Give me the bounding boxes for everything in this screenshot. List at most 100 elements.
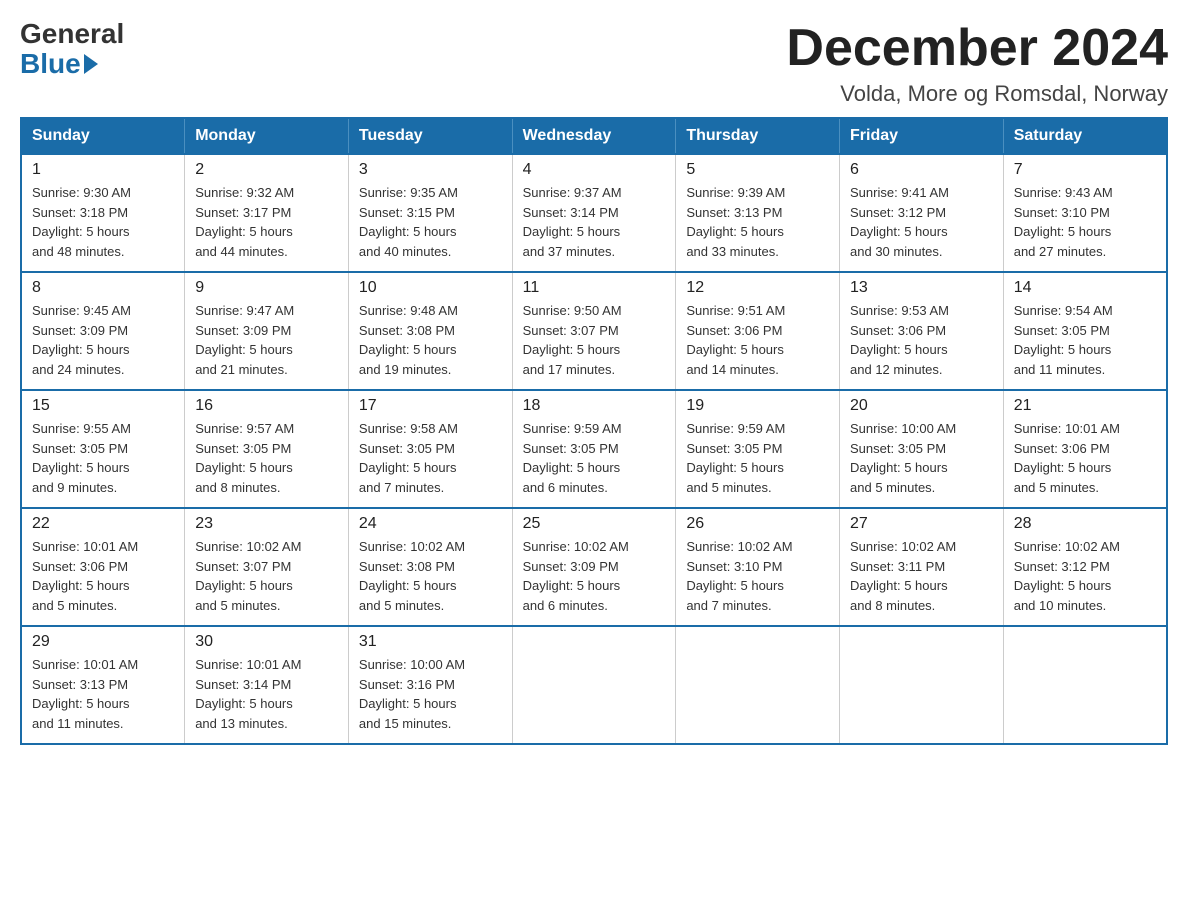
day-number: 12 bbox=[686, 279, 829, 297]
day-number: 22 bbox=[32, 515, 174, 533]
header-tuesday: Tuesday bbox=[348, 118, 512, 154]
calendar-cell: 30 Sunrise: 10:01 AM Sunset: 3:14 PM Dayl… bbox=[185, 626, 349, 744]
day-info: Sunrise: 10:01 AM Sunset: 3:14 PM Daylig… bbox=[195, 655, 338, 733]
day-info: Sunrise: 10:02 AM Sunset: 3:07 PM Daylig… bbox=[195, 537, 338, 615]
day-info: Sunrise: 10:01 AM Sunset: 3:06 PM Daylig… bbox=[1014, 419, 1156, 497]
day-number: 1 bbox=[32, 161, 174, 179]
calendar-cell: 3 Sunrise: 9:35 AM Sunset: 3:15 PM Daylig… bbox=[348, 154, 512, 272]
calendar-cell: 17Sunrise: 9:58 AM Sunset: 3:05 PM Dayli… bbox=[348, 390, 512, 508]
calendar-cell: 8 Sunrise: 9:45 AM Sunset: 3:09 PM Daylig… bbox=[21, 272, 185, 390]
week-row-1: 8 Sunrise: 9:45 AM Sunset: 3:09 PM Daylig… bbox=[21, 272, 1167, 390]
header-wednesday: Wednesday bbox=[512, 118, 676, 154]
logo-general-text: General bbox=[20, 20, 124, 48]
day-number: 18 bbox=[523, 397, 666, 415]
title-section: December 2024 Volda, More og Romsdal, No… bbox=[786, 20, 1168, 107]
calendar-cell: 4Sunrise: 9:37 AM Sunset: 3:14 PM Daylig… bbox=[512, 154, 676, 272]
header-row: SundayMondayTuesdayWednesdayThursdayFrid… bbox=[21, 118, 1167, 154]
day-info: Sunrise: 9:50 AM Sunset: 3:07 PM Dayligh… bbox=[523, 301, 666, 379]
day-number: 20 bbox=[850, 397, 993, 415]
day-info: Sunrise: 9:37 AM Sunset: 3:14 PM Dayligh… bbox=[523, 183, 666, 261]
calendar-cell: 12Sunrise: 9:51 AM Sunset: 3:06 PM Dayli… bbox=[676, 272, 840, 390]
day-number: 23 bbox=[195, 515, 338, 533]
day-info: Sunrise: 9:54 AM Sunset: 3:05 PM Dayligh… bbox=[1014, 301, 1156, 379]
day-info: Sunrise: 10:01 AM Sunset: 3:13 PM Daylig… bbox=[32, 655, 174, 733]
week-row-3: 22 Sunrise: 10:01 AM Sunset: 3:06 PM Dayl… bbox=[21, 508, 1167, 626]
calendar-cell: 1Sunrise: 9:30 AM Sunset: 3:18 PM Daylig… bbox=[21, 154, 185, 272]
week-row-0: 1Sunrise: 9:30 AM Sunset: 3:18 PM Daylig… bbox=[21, 154, 1167, 272]
calendar-cell: 27Sunrise: 10:02 AM Sunset: 3:11 PM Dayl… bbox=[840, 508, 1004, 626]
logo-triangle-icon bbox=[84, 54, 98, 74]
calendar-cell: 31 Sunrise: 10:00 AM Sunset: 3:16 PM Dayl… bbox=[348, 626, 512, 744]
calendar-cell bbox=[512, 626, 676, 744]
day-info: Sunrise: 9:57 AM Sunset: 3:05 PM Dayligh… bbox=[195, 419, 338, 497]
day-info: Sunrise: 9:43 AM Sunset: 3:10 PM Dayligh… bbox=[1014, 183, 1156, 261]
day-info: Sunrise: 10:00 AM Sunset: 3:05 PM Daylig… bbox=[850, 419, 993, 497]
day-number: 2 bbox=[195, 161, 338, 179]
day-number: 17 bbox=[359, 397, 502, 415]
calendar-cell: 6Sunrise: 9:41 AM Sunset: 3:12 PM Daylig… bbox=[840, 154, 1004, 272]
day-info: Sunrise: 10:00 AM Sunset: 3:16 PM Daylig… bbox=[359, 655, 502, 733]
calendar-cell: 29 Sunrise: 10:01 AM Sunset: 3:13 PM Dayl… bbox=[21, 626, 185, 744]
day-number: 11 bbox=[523, 279, 666, 297]
day-number: 29 bbox=[32, 633, 174, 651]
calendar-cell: 11 Sunrise: 9:50 AM Sunset: 3:07 PM Dayli… bbox=[512, 272, 676, 390]
day-info: Sunrise: 10:02 AM Sunset: 3:09 PM Daylig… bbox=[523, 537, 666, 615]
logo: General Blue bbox=[20, 20, 124, 80]
calendar-cell bbox=[1003, 626, 1167, 744]
day-number: 16 bbox=[195, 397, 338, 415]
day-info: Sunrise: 9:32 AM Sunset: 3:17 PM Dayligh… bbox=[195, 183, 338, 261]
day-number: 25 bbox=[523, 515, 666, 533]
calendar-cell: 2 Sunrise: 9:32 AM Sunset: 3:17 PM Daylig… bbox=[185, 154, 349, 272]
day-number: 24 bbox=[359, 515, 502, 533]
calendar-cell: 25 Sunrise: 10:02 AM Sunset: 3:09 PM Dayl… bbox=[512, 508, 676, 626]
day-info: Sunrise: 9:53 AM Sunset: 3:06 PM Dayligh… bbox=[850, 301, 993, 379]
location-text: Volda, More og Romsdal, Norway bbox=[786, 81, 1168, 107]
header-thursday: Thursday bbox=[676, 118, 840, 154]
day-number: 26 bbox=[686, 515, 829, 533]
week-row-2: 15 Sunrise: 9:55 AM Sunset: 3:05 PM Dayli… bbox=[21, 390, 1167, 508]
day-number: 30 bbox=[195, 633, 338, 651]
calendar-table: SundayMondayTuesdayWednesdayThursdayFrid… bbox=[20, 117, 1168, 745]
day-number: 3 bbox=[359, 161, 502, 179]
calendar-cell: 28 Sunrise: 10:02 AM Sunset: 3:12 PM Dayl… bbox=[1003, 508, 1167, 626]
day-number: 31 bbox=[359, 633, 502, 651]
calendar-cell: 16 Sunrise: 9:57 AM Sunset: 3:05 PM Dayli… bbox=[185, 390, 349, 508]
month-title: December 2024 bbox=[786, 20, 1168, 77]
day-info: Sunrise: 10:02 AM Sunset: 3:10 PM Daylig… bbox=[686, 537, 829, 615]
calendar-cell: 24 Sunrise: 10:02 AM Sunset: 3:08 PM Dayl… bbox=[348, 508, 512, 626]
day-info: Sunrise: 10:02 AM Sunset: 3:08 PM Daylig… bbox=[359, 537, 502, 615]
day-info: Sunrise: 9:48 AM Sunset: 3:08 PM Dayligh… bbox=[359, 301, 502, 379]
day-number: 27 bbox=[850, 515, 993, 533]
day-info: Sunrise: 9:59 AM Sunset: 3:05 PM Dayligh… bbox=[686, 419, 829, 497]
day-info: Sunrise: 9:55 AM Sunset: 3:05 PM Dayligh… bbox=[32, 419, 174, 497]
calendar-cell: 5 Sunrise: 9:39 AM Sunset: 3:13 PM Daylig… bbox=[676, 154, 840, 272]
calendar-cell: 10Sunrise: 9:48 AM Sunset: 3:08 PM Dayli… bbox=[348, 272, 512, 390]
day-info: Sunrise: 9:45 AM Sunset: 3:09 PM Dayligh… bbox=[32, 301, 174, 379]
day-number: 8 bbox=[32, 279, 174, 297]
day-number: 9 bbox=[195, 279, 338, 297]
day-info: Sunrise: 9:35 AM Sunset: 3:15 PM Dayligh… bbox=[359, 183, 502, 261]
calendar-cell: 23 Sunrise: 10:02 AM Sunset: 3:07 PM Dayl… bbox=[185, 508, 349, 626]
calendar-cell: 26 Sunrise: 10:02 AM Sunset: 3:10 PM Dayl… bbox=[676, 508, 840, 626]
day-info: Sunrise: 9:47 AM Sunset: 3:09 PM Dayligh… bbox=[195, 301, 338, 379]
calendar-cell bbox=[840, 626, 1004, 744]
header-monday: Monday bbox=[185, 118, 349, 154]
page-header: General Blue December 2024 Volda, More o… bbox=[20, 20, 1168, 107]
day-number: 15 bbox=[32, 397, 174, 415]
day-info: Sunrise: 10:01 AM Sunset: 3:06 PM Daylig… bbox=[32, 537, 174, 615]
calendar-cell bbox=[676, 626, 840, 744]
day-number: 21 bbox=[1014, 397, 1156, 415]
day-info: Sunrise: 10:02 AM Sunset: 3:12 PM Daylig… bbox=[1014, 537, 1156, 615]
calendar-cell: 15 Sunrise: 9:55 AM Sunset: 3:05 PM Dayli… bbox=[21, 390, 185, 508]
day-number: 28 bbox=[1014, 515, 1156, 533]
day-info: Sunrise: 9:59 AM Sunset: 3:05 PM Dayligh… bbox=[523, 419, 666, 497]
day-info: Sunrise: 9:39 AM Sunset: 3:13 PM Dayligh… bbox=[686, 183, 829, 261]
header-sunday: Sunday bbox=[21, 118, 185, 154]
logo-blue-text: Blue bbox=[20, 48, 81, 80]
calendar-cell: 20 Sunrise: 10:00 AM Sunset: 3:05 PM Dayl… bbox=[840, 390, 1004, 508]
day-number: 14 bbox=[1014, 279, 1156, 297]
header-saturday: Saturday bbox=[1003, 118, 1167, 154]
header-friday: Friday bbox=[840, 118, 1004, 154]
day-number: 5 bbox=[686, 161, 829, 179]
day-number: 7 bbox=[1014, 161, 1156, 179]
